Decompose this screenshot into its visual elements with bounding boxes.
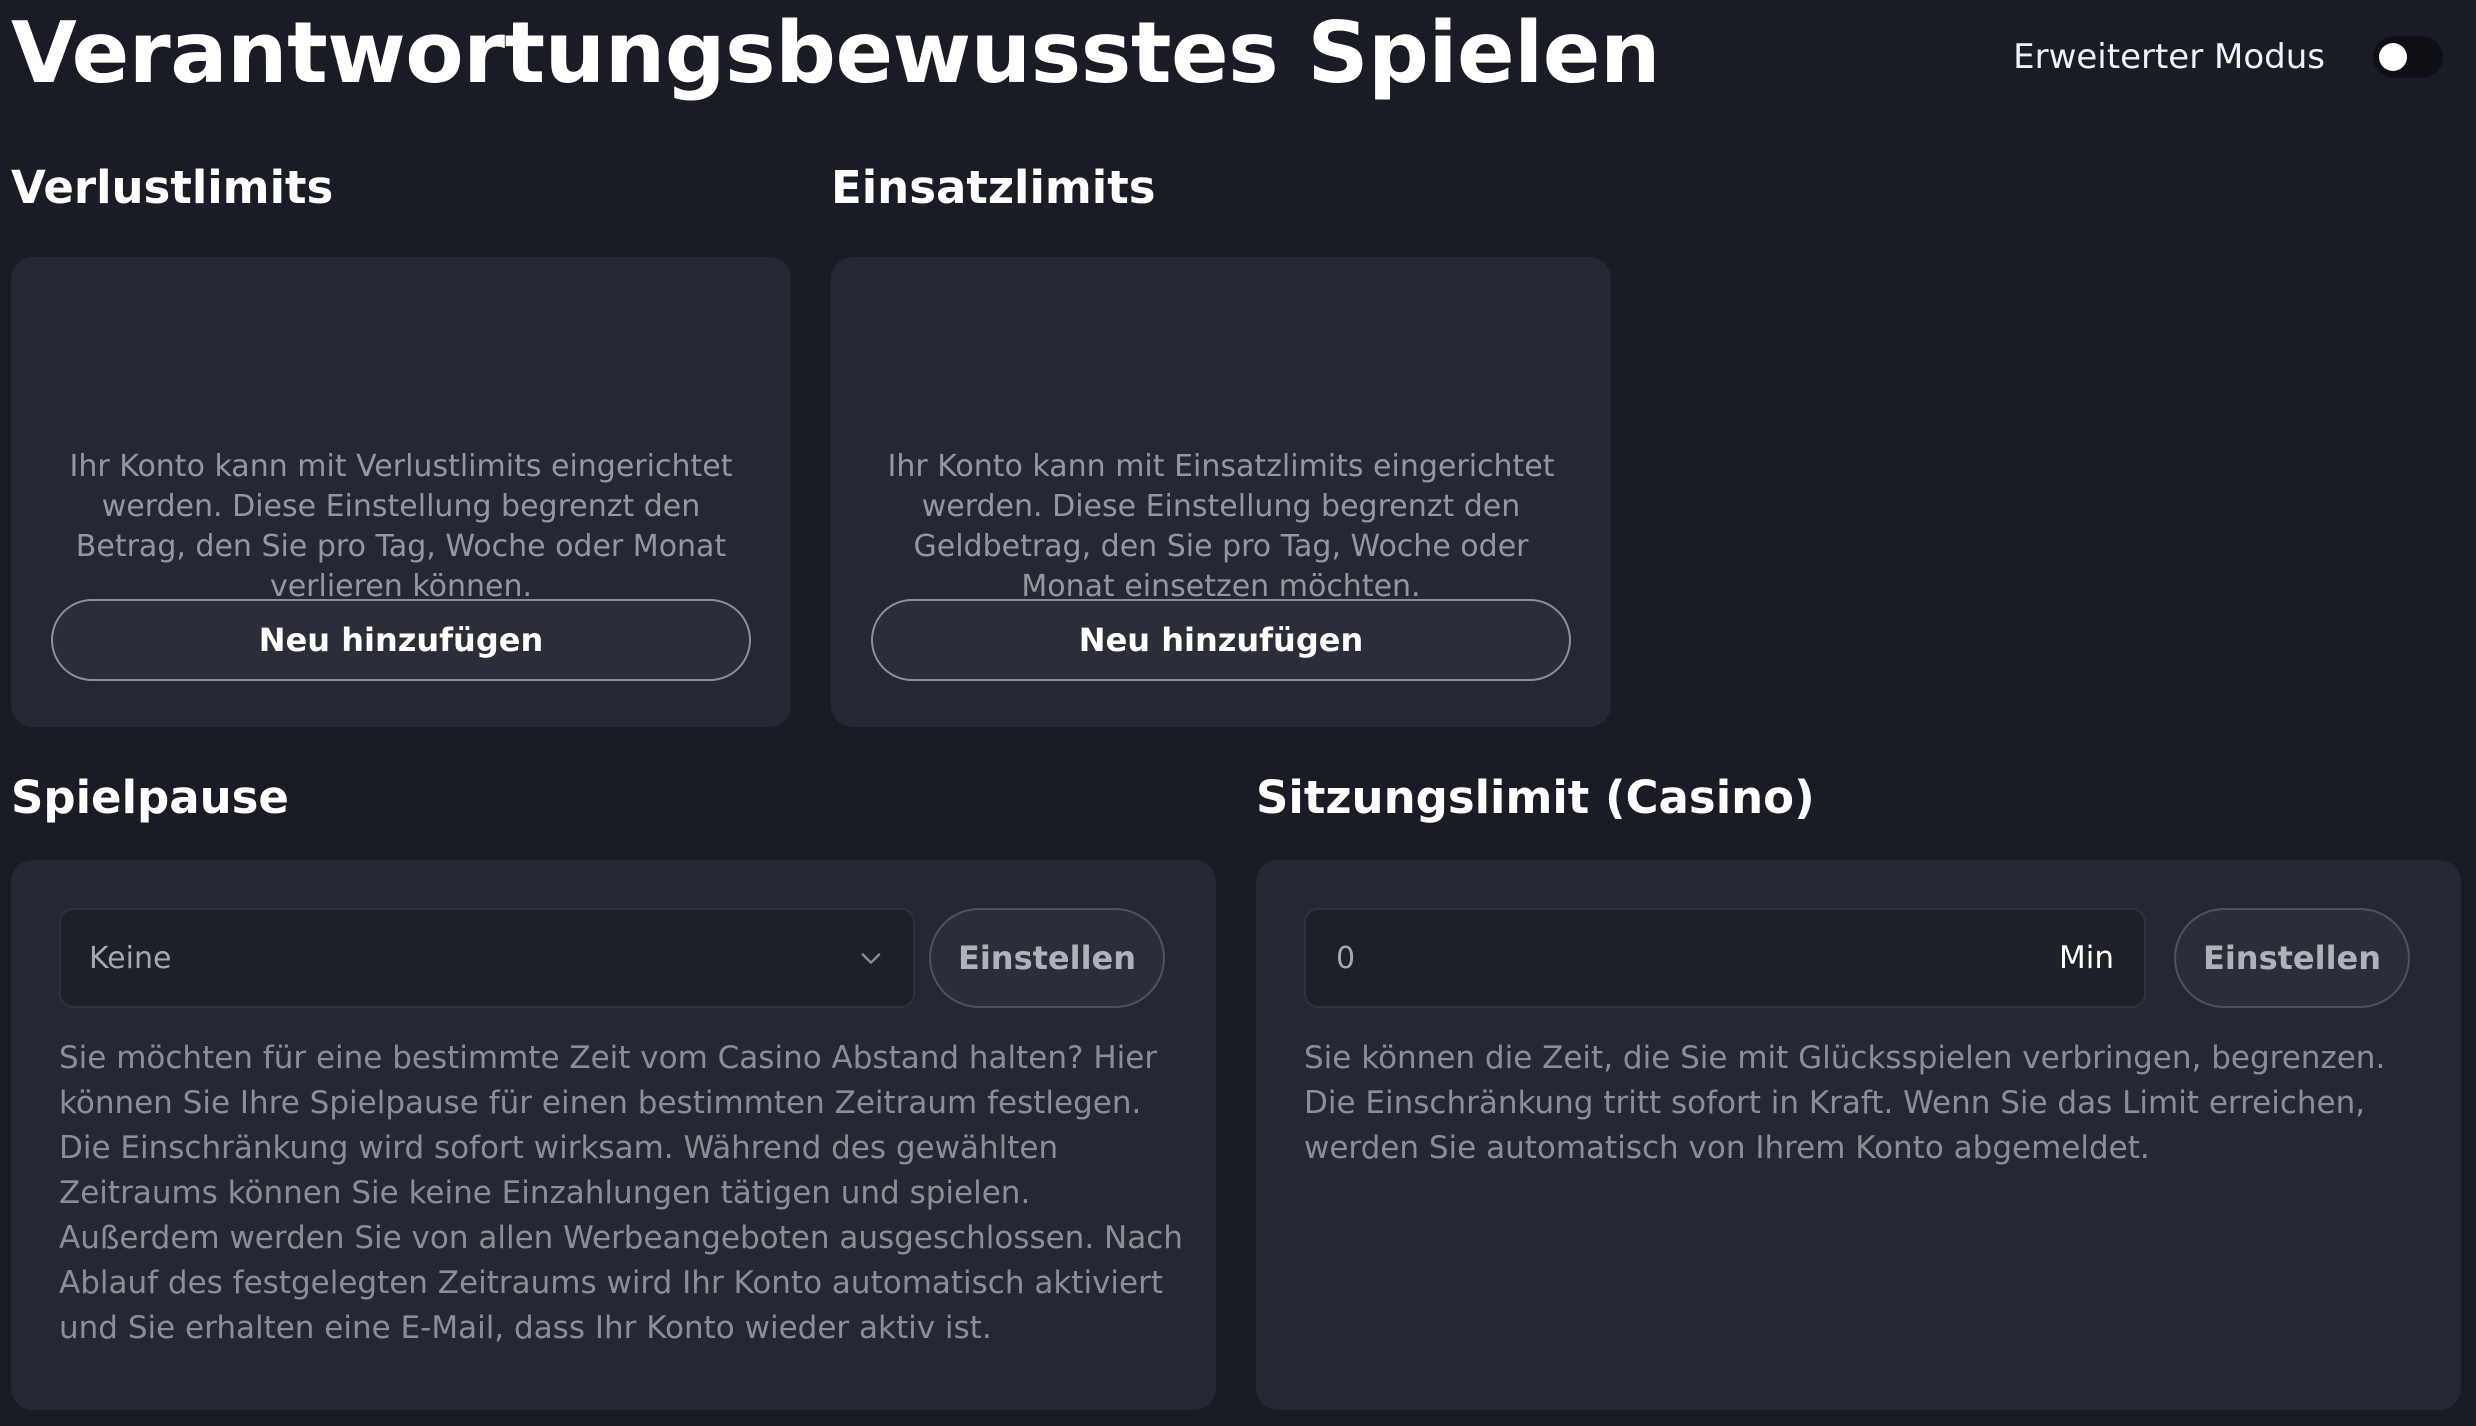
game-pause-set-button[interactable]: Einstellen: [929, 908, 1165, 1008]
session-limit-input[interactable]: 0 Min: [1304, 908, 2146, 1008]
add-loss-limit-button[interactable]: Neu hinzufügen: [51, 599, 751, 681]
bet-limits-heading: Einsatzlimits: [831, 161, 1156, 214]
add-bet-limit-button[interactable]: Neu hinzufügen: [871, 599, 1571, 681]
game-pause-description: Sie möchten für eine bestimmte Zeit vom …: [59, 1040, 1183, 1346]
game-pause-select-value: Keine: [89, 940, 172, 976]
session-limit-card: 0 Min Einstellen Sie können die Zeit, di…: [1256, 860, 2461, 1410]
session-limit-heading: Sitzungslimit (Casino): [1256, 771, 1815, 824]
bet-limits-description: Ihr Konto kann mit Einsatzlimits eingeri…: [887, 449, 1555, 604]
advanced-mode-label: Erweiterter Modus: [2013, 37, 2325, 77]
page-title: Verantwortungsbewusstes Spielen: [11, 4, 1660, 103]
session-limit-input-value: 0: [1336, 940, 1356, 976]
game-pause-heading: Spielpause: [11, 771, 289, 824]
advanced-mode-toggle[interactable]: [2373, 36, 2443, 78]
loss-limits-heading: Verlustlimits: [11, 161, 334, 214]
session-limit-set-button[interactable]: Einstellen: [2174, 908, 2410, 1008]
bet-limits-card: Ihr Konto kann mit Einsatzlimits eingeri…: [831, 257, 1611, 727]
chevron-down-icon: [861, 953, 881, 964]
game-pause-card: Keine Einstellen Sie möchten für eine be…: [11, 860, 1216, 1410]
session-limit-description: Sie können die Zeit, die Sie mit Glückss…: [1304, 1040, 2386, 1166]
advanced-mode-control: Erweiterter Modus: [2013, 36, 2443, 78]
toggle-knob: [2379, 43, 2407, 71]
loss-limits-description: Ihr Konto kann mit Verlustlimits eingeri…: [69, 449, 733, 604]
session-limit-unit: Min: [2058, 940, 2114, 976]
game-pause-select[interactable]: Keine: [59, 908, 915, 1008]
loss-limits-card: Ihr Konto kann mit Verlustlimits eingeri…: [11, 257, 791, 727]
responsible-gaming-page: Verantwortungsbewusstes Spielen Erweiter…: [0, 0, 2476, 1426]
